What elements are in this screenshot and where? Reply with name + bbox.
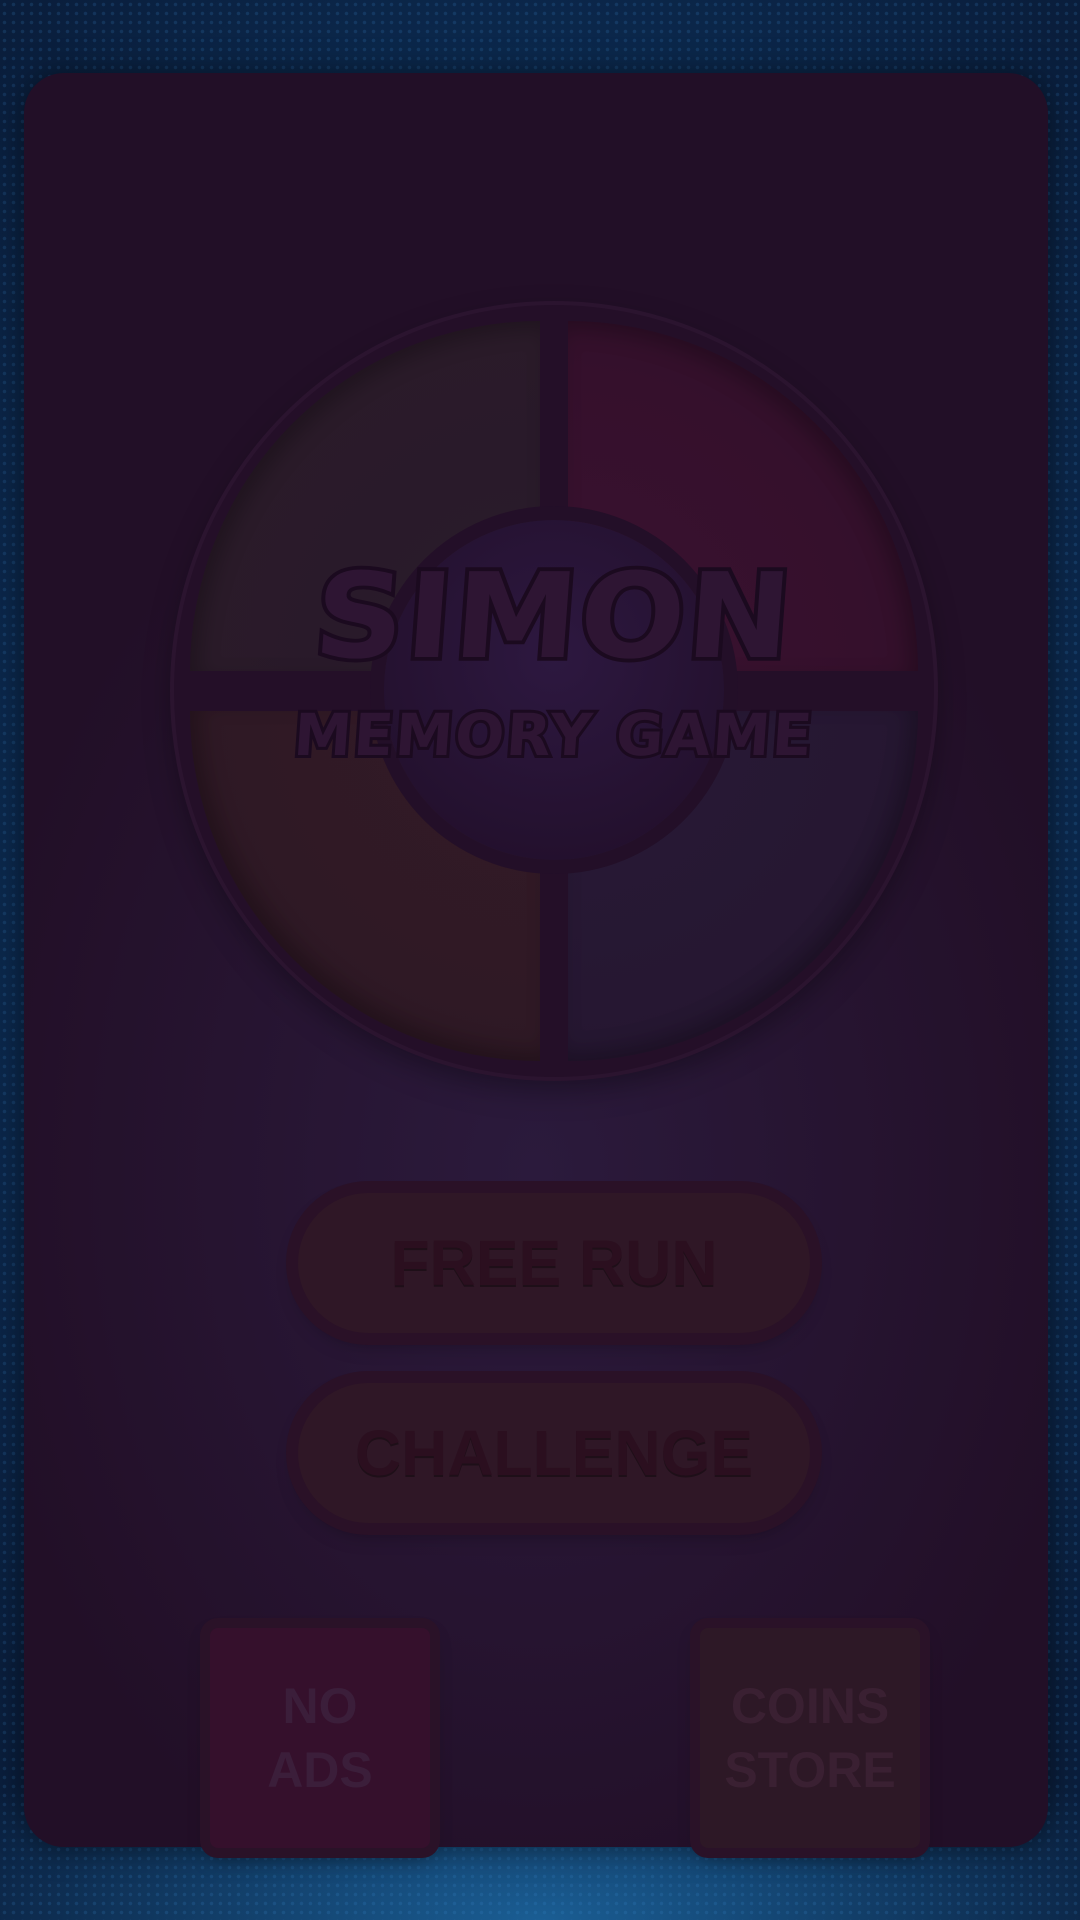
no-ads-label-line1: NO — [282, 1678, 358, 1734]
challenge-button[interactable]: CHALLENGE — [298, 1383, 810, 1523]
coins-store-label-line1: COINS — [730, 1678, 890, 1734]
no-ads-button[interactable]: NO ADS — [210, 1628, 430, 1848]
free-run-label: FREE RUN — [390, 1227, 718, 1299]
coins-store-button[interactable]: COINS STORE — [700, 1628, 920, 1848]
dimmed-overlay-panel: SIMON MEMORY GAME FREE RUN CHALLENGE NO … — [24, 73, 1048, 1848]
game-subtitle: MEMORY GAME — [289, 698, 820, 772]
challenge-label: CHALLENGE — [354, 1417, 754, 1489]
no-ads-label-line2: ADS — [267, 1742, 373, 1798]
game-title: SIMON — [306, 545, 802, 690]
free-run-button[interactable]: FREE RUN — [298, 1193, 810, 1333]
coins-store-label-line2: STORE — [724, 1742, 896, 1798]
simon-board: SIMON MEMORY GAME — [174, 305, 934, 1077]
